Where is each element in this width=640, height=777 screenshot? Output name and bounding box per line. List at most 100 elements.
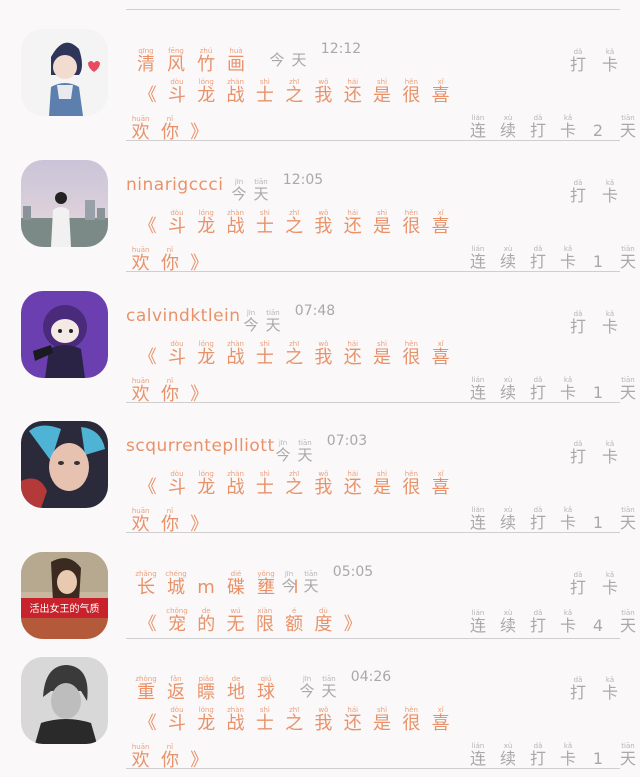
ruby-char: dǎ 打 xyxy=(529,376,546,402)
ruby-char: wǒ 我 xyxy=(314,209,333,237)
avatar[interactable] xyxy=(21,421,108,508)
ruby-char: 》 xyxy=(190,514,209,535)
ruby-char: dòu 斗 xyxy=(167,706,186,734)
feed-item[interactable]: calvindktlein jīn 今 tiān 天 07:48 dǎ 打 kǎ 卡 《 dò… xyxy=(0,291,640,404)
ruby-char: hěn 很 xyxy=(402,706,421,734)
timestamp: jīn 今 tiān 天 12:05 xyxy=(228,170,323,202)
ruby-char: jīn 今 xyxy=(299,675,315,700)
ruby-char: tiān 天 xyxy=(303,570,319,595)
avatar[interactable] xyxy=(21,160,108,247)
ruby-char: lóng 龙 xyxy=(197,78,216,106)
divider xyxy=(126,271,620,272)
ruby-char: 2 xyxy=(592,121,604,140)
ruby-char: 《 xyxy=(138,216,157,237)
ruby-char: dǎ 打 xyxy=(529,245,546,271)
ruby-char: hái 还 xyxy=(343,340,362,368)
ruby-char: dǎ 打 xyxy=(529,506,546,532)
feed-item[interactable]: scqurrenteplliott jīn 今 tiān 天 07:03 dǎ 打 kǎ 卡… xyxy=(0,421,640,535)
punch-in-button[interactable]: dǎ 打 kǎ 卡 xyxy=(562,431,626,465)
ruby-char: lián 连 xyxy=(469,114,486,140)
ruby-char: xiàn 限 xyxy=(255,607,274,635)
ruby-char: shì 士 xyxy=(255,78,274,106)
ruby-char: xù 续 xyxy=(499,506,516,532)
ruby-char: hái 还 xyxy=(343,470,362,498)
feed-item[interactable]: ninarigccci jīn 今 tiān 天 12:05 dǎ 打 kǎ 卡 《 dòu 斗… xyxy=(0,160,640,274)
ruby-char: dǎ 打 xyxy=(569,179,586,205)
punch-in-button[interactable]: dǎ 打 kǎ 卡 xyxy=(562,39,626,73)
username[interactable]: scqurrenteplliott xyxy=(126,436,275,456)
ruby-char: dòu 斗 xyxy=(167,209,186,237)
ruby-char: dòu 斗 xyxy=(167,78,186,106)
feed-item[interactable]: 活出女王的气质 zhǎng 长 chéng 城 m dié 碟 yǒng 壅 l jīn 今 tiān… xyxy=(0,552,640,642)
ruby-char: shì 士 xyxy=(255,470,274,498)
ruby-char: 《 xyxy=(138,614,157,635)
ruby-char: dù 度 xyxy=(314,607,333,635)
ruby-char: kǎ 卡 xyxy=(601,179,618,205)
username[interactable]: calvindktlein xyxy=(126,306,241,326)
divider xyxy=(126,140,620,141)
ruby-char: 《 xyxy=(138,713,157,734)
message-text-cont: huān 欢 nǐ 你》 xyxy=(126,367,214,404)
ruby-char: 》 xyxy=(343,614,362,635)
ruby-char: 》 xyxy=(190,750,209,771)
username[interactable]: ninarigccci xyxy=(126,175,223,195)
streak-count: lián 连 xù 续 dǎ 打 kǎ 卡 4 tiān 天 xyxy=(463,600,640,634)
ruby-char: tiān 天 xyxy=(619,742,636,768)
ruby-char: lóng 龙 xyxy=(197,340,216,368)
punch-in-button[interactable]: dǎ 打 kǎ 卡 xyxy=(562,667,626,701)
punch-in-button[interactable]: dǎ 打 kǎ 卡 xyxy=(562,562,626,596)
ruby-char: huān 欢 xyxy=(131,507,150,535)
avatar[interactable] xyxy=(21,657,108,744)
ruby-char: kǎ 卡 xyxy=(601,310,618,336)
ruby-char: zhàn 战 xyxy=(226,209,245,237)
ruby-char: hái 还 xyxy=(343,78,362,106)
ruby-char: nǐ 你 xyxy=(160,115,179,143)
ruby-char: huà 画 xyxy=(227,47,245,75)
punch-in-button[interactable]: dǎ 打 kǎ 卡 xyxy=(562,301,626,335)
ruby-char: shì 是 xyxy=(373,340,392,368)
avatar-caption: 活出女王的气质 xyxy=(30,602,100,615)
ruby-char: 4 xyxy=(592,616,604,635)
ruby-char: huān 欢 xyxy=(131,246,150,274)
message-text-cont: huān 欢 nǐ 你》 xyxy=(126,733,214,770)
ruby-char: xǐ 喜 xyxy=(431,340,450,368)
ruby-char: lóng 龙 xyxy=(197,470,216,498)
feed-item[interactable]: zhòng 重 fǎn 返 piǎo 瞟 de 地 qiú 球 jīn 今 tiān 天 04:26 d… xyxy=(0,657,640,771)
punch-in-button[interactable]: dǎ 打 kǎ 卡 xyxy=(562,170,626,204)
avatar[interactable]: 活出女王的气质 xyxy=(21,552,108,639)
ruby-char: kǎ 卡 xyxy=(601,571,618,597)
ruby-char: qīng 清 xyxy=(137,47,155,75)
feed-item[interactable]: qīng 清 fēng 风 zhú 竹 huà 画 今天 12:12 dǎ 打 kǎ 卡 《 dòu 斗… xyxy=(0,29,640,143)
ruby-char: kǎ 卡 xyxy=(601,676,618,702)
ruby-char: 1 xyxy=(592,252,604,271)
ruby-char: hěn 很 xyxy=(402,78,421,106)
ruby-char: tiān 天 xyxy=(297,439,313,464)
ruby-char: lóng 龙 xyxy=(197,209,216,237)
ruby-char: shì 士 xyxy=(255,340,274,368)
ruby-char: shì 士 xyxy=(255,706,274,734)
ruby-char: dòu 斗 xyxy=(167,340,186,368)
message-text: 《 dòu 斗 lóng 龙 zhàn 战 shì 士 zhī 之 wǒ 我 hái 还 shì 是 hěn 很 xǐ… xyxy=(133,463,455,497)
timestamp: jīn 今 tiān 天 04:26 xyxy=(296,667,391,699)
ruby-char: 《 xyxy=(138,477,157,498)
username[interactable]: zhòng 重 fǎn 返 piǎo 瞟 de 地 qiú 球 xyxy=(131,665,281,702)
ruby-char: jīn 今 xyxy=(281,570,297,595)
ruby-char: lián 连 xyxy=(469,506,486,532)
ruby-char: dǎ 打 xyxy=(569,48,586,74)
avatar[interactable] xyxy=(21,291,108,378)
username[interactable]: qīng 清 fēng 风 zhú 竹 huà 画 xyxy=(131,37,251,74)
ruby-char: dié 碟 xyxy=(227,570,245,598)
message-text: 《 chǒng 宠 de 的 wú 无 xiàn 限 é 额 dù 度》 xyxy=(133,600,367,634)
ruby-char: zhú 竹 xyxy=(197,47,215,75)
ruby-char: dǎ 打 xyxy=(529,742,546,768)
ruby-char: zhàn 战 xyxy=(226,78,245,106)
ruby-char: xù 续 xyxy=(499,742,516,768)
ruby-char: zhǎng 长 xyxy=(135,570,157,598)
ruby-char: lián 连 xyxy=(469,742,486,768)
ruby-char: fǎn 返 xyxy=(167,675,185,703)
timestamp: jīn 今 tiān 天 07:03 xyxy=(272,431,367,463)
ruby-char: zhī 之 xyxy=(285,78,304,106)
ruby-char: tiān 天 xyxy=(619,609,636,635)
avatar[interactable] xyxy=(21,29,108,116)
ruby-char: dǎ 打 xyxy=(569,676,586,702)
